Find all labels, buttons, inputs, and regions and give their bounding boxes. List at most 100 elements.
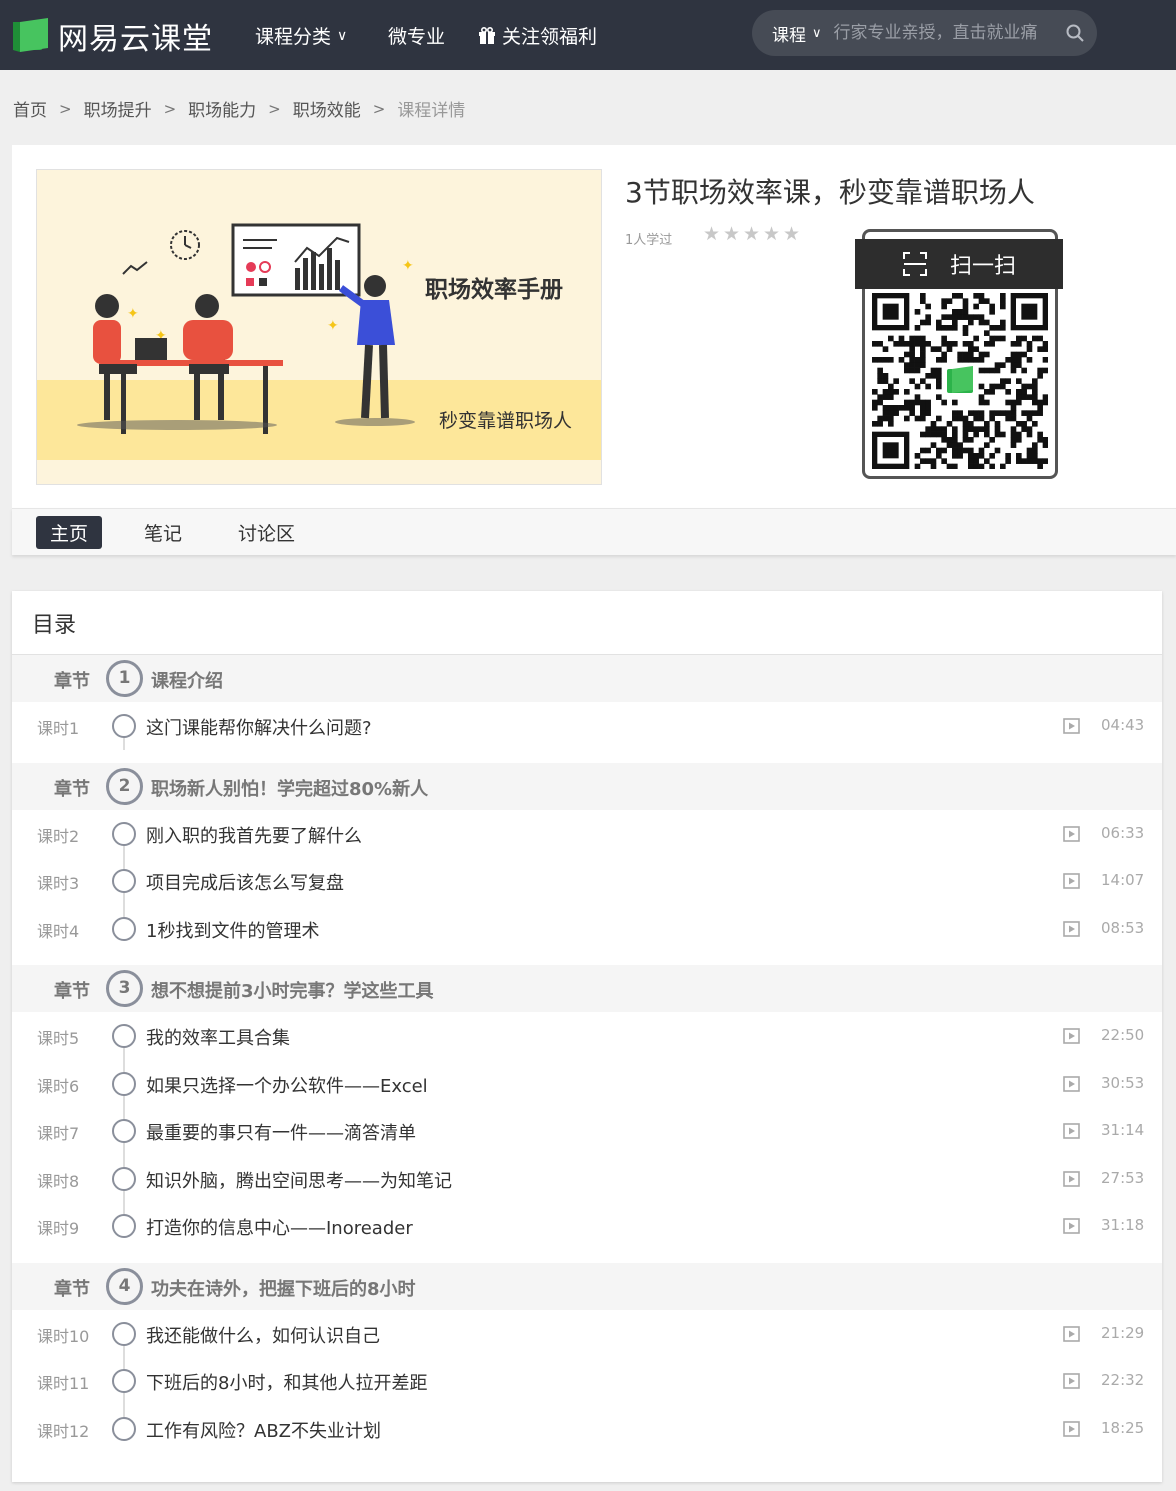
lesson-label: 课时8 — [37, 1171, 80, 1191]
lesson-row[interactable]: 课时12 工作有风险？ABZ不失业计划 18:25 — [12, 1404, 1162, 1453]
lesson-status-circle — [112, 1416, 136, 1441]
chapter-number-badge: 3 — [106, 970, 143, 1007]
lesson-row[interactable]: 课时9 打造你的信息中心——Inoreader 31:18 — [12, 1202, 1162, 1250]
video-play-icon — [1063, 1028, 1080, 1044]
chapter-label: 章节 — [54, 778, 90, 800]
lesson-status-circle — [112, 1119, 136, 1143]
lesson-row[interactable]: 课时10 我还能做什么，如何认识自己 21:29 — [12, 1310, 1162, 1381]
lesson-row[interactable]: 课时2 刚入职的我首先要了解什么 06:33 — [12, 810, 1162, 881]
lesson-row[interactable]: 课时5 我的效率工具合集 22:50 — [12, 1012, 1162, 1084]
search-input[interactable] — [833, 23, 1065, 43]
lesson-status-circle — [112, 1214, 136, 1238]
star-icon: ★ — [723, 223, 741, 245]
logo-book-icon — [13, 18, 48, 52]
lesson-title[interactable]: 刚入职的我首先要了解什么 — [146, 822, 362, 848]
breadcrumb-career-ability[interactable]: 职场能力 — [188, 96, 256, 121]
lesson-title[interactable]: 项目完成后该怎么写复盘 — [146, 869, 344, 895]
breadcrumb-career-efficiency[interactable]: 职场效能 — [293, 96, 361, 121]
lesson-status-circle — [112, 1369, 136, 1393]
lesson-row[interactable]: 课时3 项目完成后该怎么写复盘 14:07 — [12, 857, 1162, 905]
search-bar: 课程 ∨ — [752, 10, 1097, 56]
course-tabs: 主页 笔记 讨论区 — [12, 508, 1176, 555]
nav-label: 课程分类 — [255, 26, 332, 48]
gift-icon — [479, 26, 495, 44]
video-play-icon — [1063, 718, 1080, 734]
lesson-row[interactable]: 课时1 这门课能帮你解决什么问题? 04:43 — [12, 702, 1162, 750]
chapter-number-badge: 1 — [106, 660, 143, 697]
video-play-icon — [1063, 1373, 1080, 1389]
lesson-status-circle — [112, 1024, 136, 1048]
chapter-gap — [12, 952, 1162, 965]
lesson-label: 课时7 — [37, 1124, 80, 1143]
lesson-title[interactable]: 我的效率工具合集 — [146, 1024, 290, 1050]
star-icon: ★ — [743, 223, 761, 245]
lesson-duration: 27:53 — [1101, 1168, 1145, 1187]
course-catalog: 目录 章节 1 课程介绍 课时1 这门课能帮你解决什么问题? 04:43 章节 2 职场新人别怕… — [12, 591, 1162, 1482]
lesson-label: 课时9 — [37, 1219, 80, 1238]
chapter-number-badge: 2 — [106, 767, 143, 805]
learner-count: 1人学过 — [625, 233, 673, 248]
tab-notes[interactable]: 笔记 — [130, 516, 196, 549]
chevron-down-icon: ∨ — [337, 27, 348, 44]
video-play-icon — [1063, 1123, 1080, 1139]
nav-micro-major[interactable]: 微专业 — [388, 22, 445, 49]
lesson-row[interactable]: 课时8 知识外脑，腾出空间思考——为知笔记 27:53 — [12, 1154, 1162, 1202]
lesson-row[interactable]: 课时11 下班后的8小时，和其他人拉开差距 22:32 — [12, 1357, 1162, 1405]
lesson-title[interactable]: 工作有风险？ABZ不失业计划 — [146, 1417, 381, 1443]
lesson-status-circle — [112, 821, 136, 846]
lesson-duration: 22:32 — [1101, 1371, 1145, 1389]
chapter-label: 章节 — [54, 1278, 90, 1300]
banner-title: 职场效率手册 — [425, 276, 563, 303]
logo-text: 网易云课堂 — [58, 22, 213, 57]
lesson-label: 课时3 — [37, 874, 80, 893]
lesson-label: 课时2 — [37, 826, 80, 846]
lesson-row[interactable]: 课时6 如果只选择一个办公软件——Excel 30:53 — [12, 1059, 1162, 1107]
lesson-title[interactable]: 如果只选择一个办公软件——Excel — [146, 1072, 428, 1098]
lesson-title[interactable]: 我还能做什么，如何认识自己 — [146, 1322, 380, 1348]
lesson-label: 课时5 — [37, 1029, 80, 1048]
video-play-icon — [1063, 1218, 1080, 1234]
qr-code-image — [872, 293, 1048, 469]
lesson-label: 课时4 — [37, 921, 80, 941]
lesson-title[interactable]: 1秒找到文件的管理术 — [146, 917, 319, 943]
lesson-title[interactable]: 这门课能帮你解决什么问题? — [146, 714, 372, 740]
search-scope-label: 课程 — [772, 25, 806, 46]
lesson-status-circle — [112, 1166, 136, 1191]
chapter-title: 课程介绍 — [151, 671, 223, 692]
nav-label: 微专业 — [388, 26, 446, 48]
lesson-title[interactable]: 知识外脑，腾出空间思考——为知笔记 — [146, 1167, 452, 1193]
nav-follow-welfare[interactable]: 关注领福利 — [478, 22, 597, 49]
lesson-duration: 04:43 — [1101, 716, 1145, 734]
lesson-duration: 22:50 — [1101, 1026, 1145, 1044]
chevron-right-icon: > — [372, 99, 386, 118]
top-navbar: 网易云课堂 课程分类 ∨ 微专业 关注领福利 课程 ∨ — [0, 0, 1176, 70]
course-banner-image: ✦ ✦ ✦ ✦ 职场效率手册 秒变靠谱职场人 — [36, 169, 602, 485]
breadcrumb: 首页 > 职场提升 > 职场能力 > 职场效能 > 课程详情 — [13, 96, 465, 122]
tab-home[interactable]: 主页 — [36, 515, 103, 549]
chevron-right-icon: > — [268, 99, 281, 118]
video-play-icon — [1063, 1420, 1080, 1437]
qr-scan-header: 扫一扫 — [855, 239, 1063, 289]
lesson-row[interactable]: 课时4 1秒找到文件的管理术 08:53 — [12, 904, 1162, 953]
breadcrumb-career-improve[interactable]: 职场提升 — [84, 96, 152, 121]
lesson-duration: 30:53 — [1101, 1073, 1145, 1092]
site-logo[interactable]: 网易云课堂 — [12, 14, 213, 58]
lesson-status-circle — [112, 1071, 136, 1096]
video-play-icon — [1063, 873, 1080, 889]
lesson-title[interactable]: 打造你的信息中心——Inoreader — [146, 1214, 413, 1240]
lesson-title[interactable]: 下班后的8小时，和其他人拉开差距 — [146, 1369, 427, 1395]
chevron-right-icon: > — [59, 99, 72, 118]
video-play-icon — [1063, 1170, 1080, 1187]
breadcrumb-home[interactable]: 首页 — [13, 96, 47, 121]
scan-icon — [902, 252, 927, 276]
search-scope-dropdown[interactable]: 课程 ∨ — [772, 21, 822, 46]
catalog-list: 章节 1 课程介绍 课时1 这门课能帮你解决什么问题? 04:43 章节 2 职场新人别怕！学完… — [12, 655, 1162, 1452]
search-icon[interactable] — [1065, 23, 1085, 43]
lesson-row[interactable]: 课时7 最重要的事只有一件——滴答清单 31:14 — [12, 1107, 1162, 1155]
catalog-title: 目录 — [32, 613, 77, 638]
lesson-status-circle — [112, 1321, 136, 1346]
tab-discussion[interactable]: 讨论区 — [224, 516, 309, 549]
lesson-title[interactable]: 最重要的事只有一件——滴答清单 — [146, 1119, 416, 1145]
nav-course-category[interactable]: 课程分类 ∨ — [255, 22, 347, 49]
lesson-duration: 31:18 — [1101, 1216, 1145, 1234]
